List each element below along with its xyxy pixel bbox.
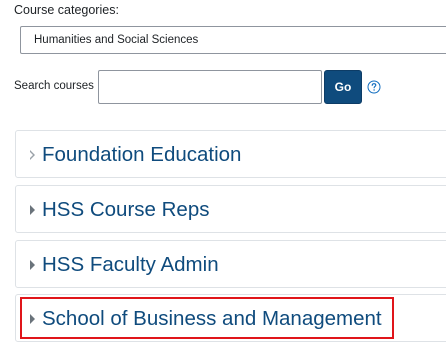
question-circle-icon[interactable] <box>367 80 381 94</box>
search-courses-input[interactable] <box>98 70 322 104</box>
category-link[interactable]: Foundation Education <box>42 131 241 179</box>
highlight-box <box>20 297 394 339</box>
caret-right-icon[interactable] <box>30 260 35 270</box>
category-item-hss-faculty-admin: HSS Faculty Admin <box>15 240 446 288</box>
course-categories-select[interactable]: Humanities and Social Sciences <box>20 26 446 54</box>
category-item-foundation-education: Foundation Education <box>15 130 446 178</box>
course-categories-label: Course categories: <box>14 3 119 17</box>
category-item-hss-course-reps: HSS Course Reps <box>15 185 446 233</box>
caret-right-outline-icon[interactable] <box>30 150 35 160</box>
search-courses-label: Search courses <box>14 80 94 92</box>
category-link[interactable]: HSS Course Reps <box>42 186 209 234</box>
go-button[interactable]: Go <box>324 70 362 104</box>
caret-right-icon[interactable] <box>30 205 35 215</box>
category-link[interactable]: HSS Faculty Admin <box>42 241 219 289</box>
